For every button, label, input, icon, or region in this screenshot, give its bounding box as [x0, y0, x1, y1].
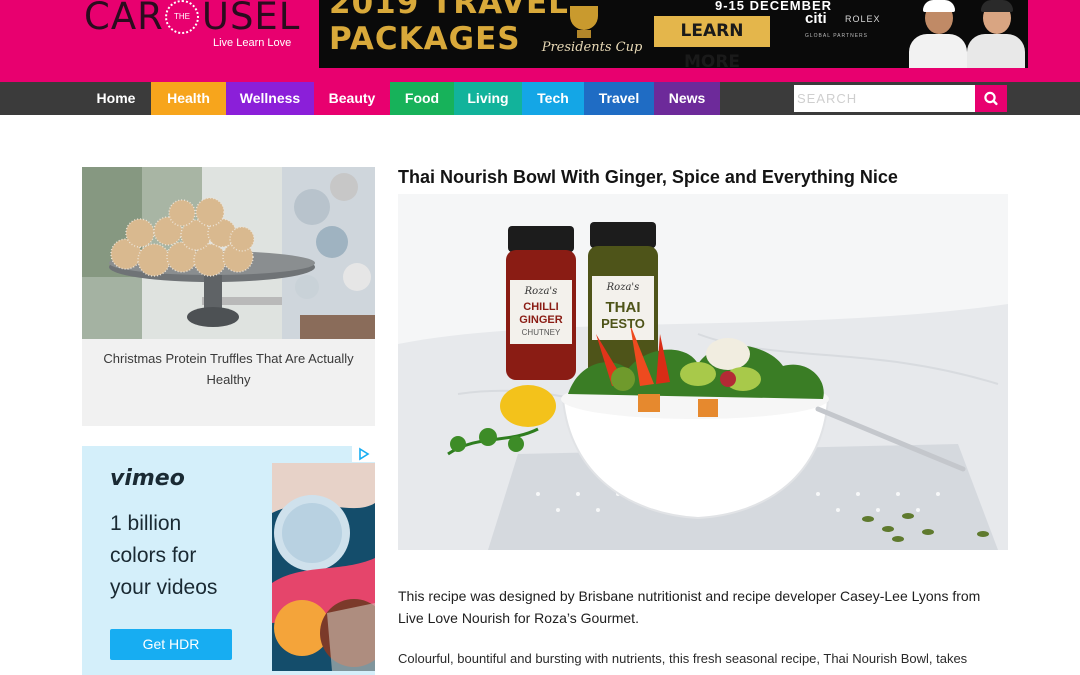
- banner-headline-line-2: PACKAGES: [329, 21, 521, 57]
- get-hdr-button[interactable]: Get HDR: [110, 629, 232, 660]
- banner-partner-logos: citi ROLEX: [805, 10, 895, 32]
- hero-photo-art: Roza's CHILLI GINGER CHUTNEY Roza's THAI…: [398, 194, 1008, 550]
- logo-tagline: Live Learn Love: [213, 37, 292, 49]
- site-header: CAR USEL THE Live Learn Love 2019 TRAVEL …: [0, 0, 1080, 82]
- golfer-shirt: [909, 34, 967, 68]
- citi-logo: citi: [805, 10, 827, 27]
- jar-left-label-2: GINGER: [519, 314, 562, 326]
- nav-beauty[interactable]: Beauty: [314, 82, 390, 115]
- adchoices-icon: [359, 447, 370, 461]
- golfer-shirt: [967, 34, 1025, 68]
- rolex-logo: ROLEX: [845, 14, 881, 24]
- golfer-photo-1: [909, 0, 967, 68]
- presidents-cup-logo: Presidents Cup: [537, 0, 647, 68]
- vimeo-sidebar-ad[interactable]: vimeo 1 billion colors for your videos G…: [82, 446, 375, 675]
- article-hero-image: Roza's CHILLI GINGER CHUTNEY Roza's THAI…: [398, 194, 1008, 550]
- ad-headline-line-1: 1 billion: [110, 512, 182, 535]
- nav-news[interactable]: News: [654, 82, 720, 115]
- ad-artwork: [272, 463, 375, 671]
- ad-headline-line-2: colors for: [110, 544, 197, 567]
- search-button[interactable]: [975, 85, 1007, 112]
- site-logo[interactable]: CAR USEL THE Live Learn Love: [84, 0, 304, 54]
- nav-living[interactable]: Living: [454, 82, 522, 115]
- jar-left-brand: Roza's: [524, 286, 558, 297]
- trophy-caption: Presidents Cup: [541, 40, 643, 55]
- jar-left-label-1: CHILLI: [523, 301, 558, 313]
- golfer-cap: [981, 0, 1013, 12]
- jar-left-label-3: CHUTNEY: [522, 328, 561, 337]
- jar-right-label-2: PESTO: [601, 316, 645, 331]
- vimeo-logo: vimeo: [110, 466, 185, 491]
- adchoices-badge[interactable]: [352, 446, 375, 462]
- article-paragraph-2: Colourful, bountiful and bursting with n…: [398, 651, 968, 666]
- article-title: Thai Nourish Bowl With Ginger, Spice and…: [398, 167, 898, 187]
- jar-right-label-1: THAI: [606, 299, 641, 316]
- nav-food[interactable]: Food: [390, 82, 454, 115]
- jar-right-brand: Roza's: [606, 282, 640, 293]
- logo-word-left: CAR: [84, 0, 164, 38]
- golfer-cap: [923, 0, 955, 12]
- related-post-title[interactable]: Christmas Protein Truffles That Are Actu…: [92, 348, 365, 390]
- nav-tech[interactable]: Tech: [522, 82, 584, 115]
- truffles-photo[interactable]: [82, 167, 375, 339]
- partners-note: GLOBAL PARTNERS: [805, 33, 868, 39]
- related-post-card[interactable]: Christmas Protein Truffles That Are Actu…: [82, 167, 375, 426]
- banner-learn-more-button[interactable]: LEARN MORE: [654, 16, 770, 68]
- nav-health[interactable]: Health: [151, 82, 226, 115]
- logo-word-right: USEL: [201, 0, 301, 38]
- ad-headline-line-3: your videos: [110, 576, 218, 599]
- trophy-base: [577, 30, 591, 38]
- nav-wellness[interactable]: Wellness: [226, 82, 314, 115]
- article-paragraph-1: This recipe was designed by Brisbane nut…: [398, 588, 981, 626]
- ad-artwork-shapes: [272, 463, 375, 671]
- nav-home[interactable]: Home: [81, 82, 151, 115]
- logo-badge: THE: [165, 0, 199, 34]
- golfer-photo-2: [967, 0, 1025, 68]
- search-icon: [984, 91, 998, 106]
- banner-headline-line-1: 2019 TRAVEL: [329, 0, 569, 21]
- top-banner-ad[interactable]: 2019 TRAVEL PACKAGES Presidents Cup 9-15…: [319, 0, 1028, 68]
- nav-travel[interactable]: Travel: [584, 82, 654, 115]
- trophy-icon: [570, 6, 598, 30]
- truffles-photo-art: [82, 167, 375, 339]
- search-input[interactable]: [794, 85, 975, 112]
